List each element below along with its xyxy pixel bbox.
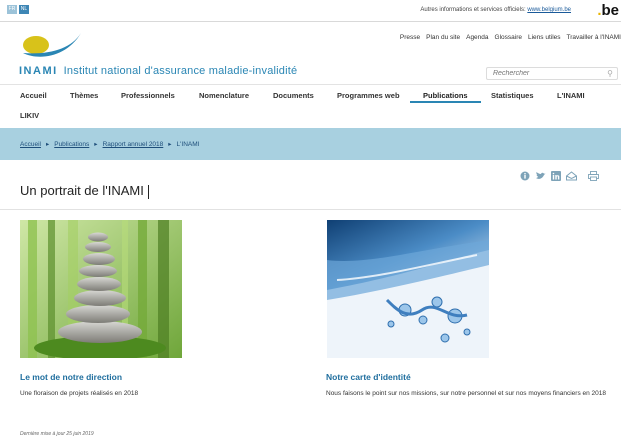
- email-icon[interactable]: [566, 171, 577, 181]
- breadcrumb-publications[interactable]: Publications: [54, 141, 89, 148]
- nav-documents[interactable]: Documents: [273, 91, 314, 100]
- utility-link-liens-utiles[interactable]: Liens utiles: [528, 34, 561, 41]
- nav-nomenclature[interactable]: Nomenclature: [199, 91, 249, 100]
- federal-info-text: Autres informations et services officiel…: [420, 7, 571, 13]
- breadcrumb-current: L'INAMI: [176, 141, 200, 148]
- twitter-icon[interactable]: [535, 171, 546, 181]
- be-logo[interactable]: .be: [597, 2, 619, 20]
- info-icon[interactable]: [520, 171, 530, 181]
- card-title-direction[interactable]: Le mot de notre direction: [20, 372, 122, 382]
- nav-linami[interactable]: L'INAMI: [557, 91, 585, 100]
- breadcrumb: Accueil ▸ Publications ▸ Rapport annuel 2018…: [20, 140, 199, 148]
- linkedin-icon[interactable]: [551, 171, 561, 181]
- nav-themes[interactable]: Thèmes: [70, 91, 98, 100]
- breadcrumb-separator: ▸: [168, 141, 172, 148]
- nav-publications[interactable]: Publications: [423, 91, 468, 100]
- brand-full-name: Institut national d'assurance maladie-in…: [63, 65, 298, 77]
- search-input[interactable]: [486, 67, 618, 80]
- nav-active-indicator: [410, 101, 481, 103]
- breadcrumb-rapport-annuel[interactable]: Rapport annuel 2018: [103, 141, 164, 148]
- page-title: Un portrait de l'INAMI: [20, 183, 149, 199]
- breadcrumb-band: Accueil ▸ Publications ▸ Rapport annuel 2018…: [0, 128, 621, 160]
- brand-name[interactable]: INAMI Institut national d'assurance malad…: [19, 65, 297, 77]
- card-description-identite: Nous faisons le point sur nos missions, …: [326, 390, 607, 397]
- breadcrumb-accueil[interactable]: Accueil: [20, 141, 41, 148]
- federal-label: Autres informations et services officiel…: [420, 7, 526, 13]
- utility-link-agenda[interactable]: Agenda: [466, 34, 488, 41]
- nav-likiv[interactable]: LIKIV: [20, 111, 39, 120]
- print-icon[interactable]: [588, 171, 599, 181]
- brand-abbr: INAMI: [19, 65, 58, 77]
- card-title-identite[interactable]: Notre carte d'identité: [326, 372, 411, 382]
- utility-link-presse[interactable]: Presse: [400, 34, 420, 41]
- share-tools: [520, 171, 599, 181]
- card-image-water-splash[interactable]: [327, 220, 489, 358]
- page-title-text: Un portrait de l'INAMI: [20, 183, 144, 198]
- federal-top-bar: FR NL Autres informations et services of…: [0, 0, 621, 22]
- site-header: INAMI Institut national d'assurance malad…: [0, 22, 621, 84]
- utility-nav: Presse Plan du site Agenda Glossaire Lie…: [400, 34, 621, 41]
- nav-accueil[interactable]: Accueil: [20, 91, 47, 100]
- breadcrumb-separator: ▸: [94, 141, 98, 148]
- nav-programmes-web[interactable]: Programmes web: [337, 91, 400, 100]
- nav-professionnels[interactable]: Professionnels: [121, 91, 175, 100]
- be-logo-text: be: [601, 2, 619, 19]
- text-cursor: [147, 184, 149, 199]
- language-nl-button[interactable]: NL: [19, 5, 29, 14]
- main-nav: Accueil Thèmes Professionnels Nomenclatu…: [0, 84, 621, 104]
- utility-link-glossaire[interactable]: Glossaire: [495, 34, 522, 41]
- utility-link-travailler[interactable]: Travailler à l'INAMI: [567, 34, 621, 41]
- last-update: Dernière mise à jour 25 juin 2019: [20, 431, 94, 437]
- card-description-direction: Une floraison de projets réalisés en 201…: [20, 390, 139, 397]
- nav-statistiques[interactable]: Statistiques: [491, 91, 534, 100]
- language-fr-button[interactable]: FR: [7, 5, 17, 14]
- stacked-stones-bamboo-image: [20, 220, 182, 358]
- card-image-stacked-stones[interactable]: [20, 220, 182, 358]
- belgium-be-link[interactable]: www.belgium.be: [527, 7, 571, 13]
- title-panel: Un portrait de l'INAMI: [0, 160, 621, 210]
- search-icon[interactable]: ⚲: [607, 69, 613, 78]
- inami-logo-icon[interactable]: [19, 31, 83, 61]
- utility-link-plan-du-site[interactable]: Plan du site: [426, 34, 460, 41]
- breadcrumb-separator: ▸: [45, 141, 50, 148]
- water-splash-image: [327, 220, 489, 358]
